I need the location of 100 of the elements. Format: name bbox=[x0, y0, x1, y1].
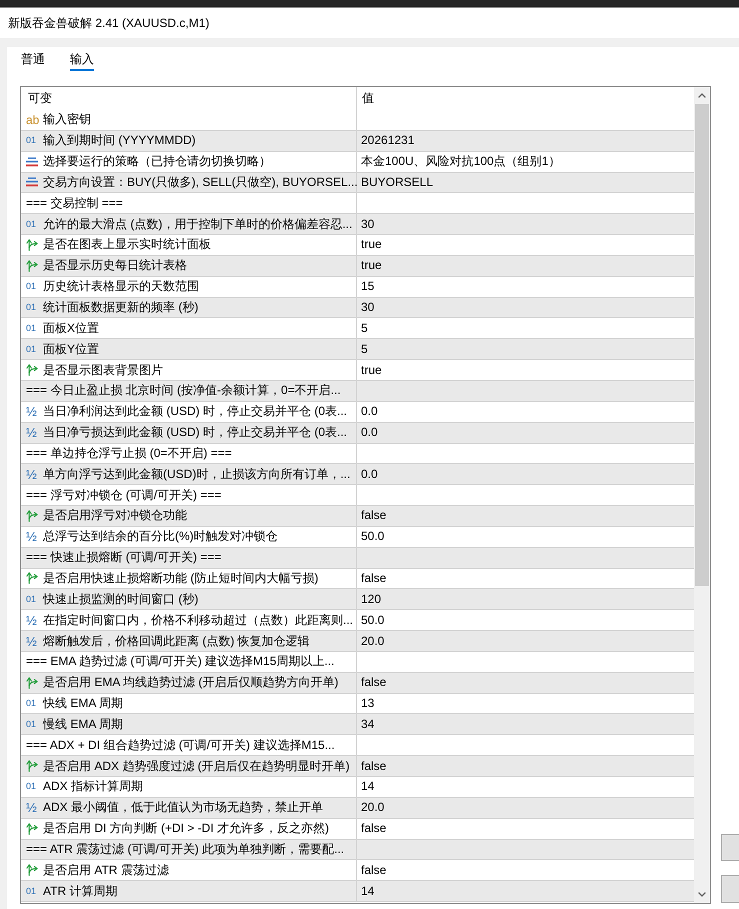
parameter-name: 单方向浮亏达到此金额(USD)时，止损该方向所有订单，... bbox=[43, 466, 350, 482]
type-label: ½ bbox=[26, 614, 37, 627]
tab[interactable]: 普通 bbox=[21, 51, 45, 71]
parameter-name: 面板X位置 bbox=[43, 320, 100, 336]
parameter-value: 30 bbox=[361, 300, 374, 316]
section-title: === ADX + DI 组合趋势过滤 (可调/可开关) 建议选择M15... bbox=[26, 738, 335, 753]
parameter-row[interactable]: 01 面板Y位置 5 bbox=[21, 339, 694, 360]
parameter-value: 20.0 bbox=[361, 800, 384, 816]
branch-arrow-icon bbox=[26, 260, 38, 272]
parameter-value: 14 bbox=[361, 779, 374, 794]
parameter-value: true bbox=[361, 237, 382, 252]
parameter-row[interactable]: 01 ATR 计算周期 14 bbox=[21, 881, 694, 902]
parameter-name: 是否启用 DI 方向判断 (+DI > -DI 才允许多，反之亦然) bbox=[43, 821, 330, 836]
parameter-name: 统计面板数据更新的频率 (秒) bbox=[43, 300, 198, 316]
side-button[interactable] bbox=[721, 875, 739, 903]
section-row[interactable]: === 今日止盈止损 北京时间 (按净值-余额计算，0=不开启... bbox=[21, 380, 694, 402]
column-header[interactable]: 可变 bbox=[21, 87, 357, 110]
parameter-name: 是否启用浮亏对冲锁仓功能 bbox=[43, 508, 187, 524]
section-title: === 浮亏对冲锁仓 (可调/可开关) === bbox=[26, 488, 222, 503]
parameter-value: false bbox=[361, 570, 386, 586]
parameter-row[interactable]: 01 快速止损监测的时间窗口 (秒) 120 bbox=[21, 589, 694, 610]
section-row[interactable]: === 快速止损熔断 (可调/可开关) === bbox=[21, 548, 694, 569]
branch-arrow-icon bbox=[26, 864, 38, 876]
parameter-value: 0.0 bbox=[361, 425, 378, 440]
parameter-row[interactable]: 是否显示历史每日统计表格 true bbox=[21, 256, 694, 277]
section-title: === 交易控制 === bbox=[26, 196, 123, 211]
parameter-value: 14 bbox=[361, 884, 374, 899]
parameter-value: BUYORSELL bbox=[361, 174, 434, 190]
type-label: ½ bbox=[26, 405, 37, 418]
type-label: 01 bbox=[26, 220, 36, 229]
side-button[interactable] bbox=[721, 834, 739, 861]
column-header[interactable]: 值 bbox=[357, 87, 694, 110]
section-row[interactable]: === ATR 震荡过滤 (可调/可开关) 此项为单独判断，需要配... bbox=[21, 840, 694, 860]
parameter-value: 本金100U、风险对抗100点（组别1） bbox=[361, 154, 560, 170]
parameter-row[interactable]: 交易方向设置：BUY(只做多), SELL(只做空), BUYORSEL... BUYORSELL bbox=[21, 172, 694, 194]
type-label: 01 bbox=[26, 282, 36, 292]
parameter-value: false bbox=[361, 758, 386, 774]
parameter-row[interactable]: 是否启用 EMA 均线趋势过滤 (开启后仅顺趋势方向开单) false bbox=[21, 672, 694, 694]
list-icon bbox=[26, 156, 38, 167]
parameter-value: false bbox=[361, 508, 386, 524]
type-label: ½ bbox=[26, 530, 37, 544]
section-title: === 今日止盈止损 北京时间 (按净值-余额计算，0=不开启... bbox=[26, 383, 341, 398]
parameter-row[interactable]: 是否启用浮亏对冲锁仓功能 false bbox=[21, 506, 694, 527]
branch-arrow-icon bbox=[26, 572, 38, 584]
parameter-row[interactable]: ½ 单方向浮亏达到此金额(USD)时，止损该方向所有订单，... 0.0 bbox=[21, 464, 694, 486]
section-title: === 快速止损熔断 (可调/可开关) === bbox=[26, 550, 222, 566]
tab[interactable]: 输入 bbox=[70, 51, 94, 71]
parameter-name: 是否启用快速止损熔断功能 (防止短时间内大幅亏损) bbox=[43, 570, 318, 586]
type-label: 01 bbox=[26, 886, 36, 896]
type-label: 01 bbox=[26, 720, 36, 729]
parameter-name: 交易方向设置：BUY(只做多), SELL(只做空), BUYORSEL... bbox=[43, 174, 358, 190]
section-title: === EMA 趋势过滤 (可调/可开关) 建议选择M15周期以上... bbox=[26, 654, 334, 670]
parameter-row[interactable]: 01 允许的最大滑点 (点数)，用于控制下单时的价格偏差容忍... 30 bbox=[21, 214, 694, 236]
window-title: 新版吞金兽破解 2.41 (XAUUSD.c,M1) bbox=[8, 14, 210, 32]
type-label: ½ bbox=[26, 801, 37, 814]
parameter-value: 50.0 bbox=[361, 612, 384, 628]
scrollbar-thumb[interactable] bbox=[695, 104, 709, 586]
parameter-row[interactable]: 01 输入到期时间 (YYYYMMDD) 20261231 bbox=[21, 130, 694, 152]
branch-arrow-icon bbox=[26, 510, 38, 522]
parameter-row[interactable]: 01 统计面板数据更新的频率 (秒) 30 bbox=[21, 298, 694, 318]
parameter-name: 输入密钥 bbox=[43, 112, 91, 128]
caret-down-icon[interactable] bbox=[698, 892, 706, 897]
parameter-name: 慢线 EMA 周期 bbox=[43, 716, 124, 732]
parameter-name: 允许的最大滑点 (点数)，用于控制下单时的价格偏差容忍... bbox=[43, 216, 352, 232]
type-label: 01 bbox=[26, 594, 36, 604]
branch-arrow-icon bbox=[26, 822, 38, 835]
parameter-row[interactable]: ½ 当日净亏损达到此金额 (USD) 时，停止交易并平仓 (0表... 0.0 bbox=[21, 422, 694, 444]
type-label: 01 bbox=[26, 344, 36, 354]
parameter-row[interactable]: 01 慢线 EMA 周期 34 bbox=[21, 714, 694, 736]
parameter-name: 熔断触发后，价格回调此距离 (点数) 恢复加仓逻辑 bbox=[43, 634, 310, 649]
scrollbar[interactable] bbox=[694, 87, 710, 903]
section-title: === 单边持仓浮亏止损 (0=不开启) === bbox=[26, 446, 232, 461]
parameter-value: false bbox=[361, 821, 386, 836]
parameter-name: 当日净利润达到此金额 (USD) 时，停止交易并平仓 (0表... bbox=[43, 404, 348, 420]
parameter-value: 13 bbox=[361, 696, 374, 712]
parameter-row[interactable]: ½ ADX 最小阈值，低于此值认为市场无趋势，禁止开单 20.0 bbox=[21, 798, 694, 819]
parameter-value: 20.0 bbox=[361, 634, 384, 649]
parameter-value: true bbox=[361, 258, 382, 274]
parameter-value: false bbox=[361, 862, 386, 878]
type-label: 01 bbox=[26, 324, 36, 333]
parameter-value: 50.0 bbox=[361, 529, 384, 544]
parameter-row[interactable]: ½ 熔断触发后，价格回调此距离 (点数) 恢复加仓逻辑 20.0 bbox=[21, 631, 694, 652]
parameter-name: ATR 计算周期 bbox=[43, 884, 118, 899]
type-label: ab bbox=[26, 114, 40, 126]
parameter-value: false bbox=[361, 675, 386, 690]
section-title: === ATR 震荡过滤 (可调/可开关) 此项为单独判断，需要配... bbox=[26, 842, 344, 857]
branch-arrow-icon bbox=[26, 676, 38, 689]
type-label: 01 bbox=[26, 782, 36, 792]
parameter-value: 0.0 bbox=[361, 466, 378, 482]
parameter-name: ADX 指标计算周期 bbox=[43, 779, 144, 794]
parameter-value: 120 bbox=[361, 592, 382, 607]
parameter-name: 是否显示图表背景图片 bbox=[43, 362, 163, 378]
parameter-name: 在指定时间窗口内，价格不利移动超过（点数）此距离则... bbox=[43, 612, 354, 628]
parameter-name: 快速止损监测的时间窗口 (秒) bbox=[43, 592, 198, 607]
caret-up-icon[interactable] bbox=[698, 93, 706, 98]
branch-arrow-icon bbox=[26, 760, 38, 772]
parameter-name: 历史统计表格显示的天数范围 bbox=[43, 279, 199, 294]
parameter-name: 是否启用 EMA 均线趋势过滤 (开启后仅顺趋势方向开单) bbox=[43, 675, 338, 690]
parameter-row[interactable]: 是否启用 ADX 趋势强度过滤 (开启后仅在趋势明显时开单) false bbox=[21, 756, 694, 777]
type-label: 01 bbox=[26, 303, 36, 312]
